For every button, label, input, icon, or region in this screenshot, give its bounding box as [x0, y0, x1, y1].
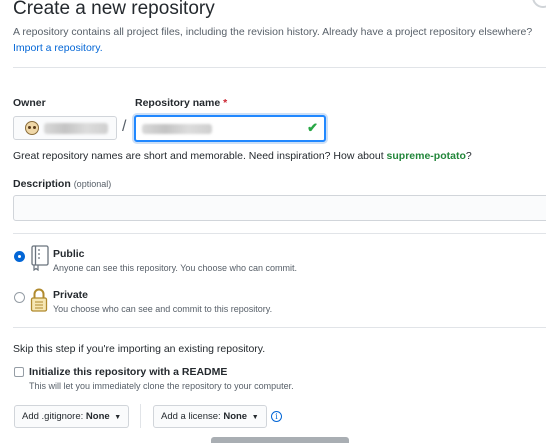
divider [140, 404, 141, 428]
license-select-value: None [223, 411, 248, 422]
scroll-handle[interactable] [211, 437, 349, 443]
description-label-text: Description [13, 178, 71, 190]
initialize-readme-label[interactable]: Initialize this repository with a README [29, 366, 227, 378]
repo-book-icon [31, 245, 49, 271]
divider [13, 67, 546, 68]
license-select[interactable]: Add a license: None ▼ [153, 405, 267, 428]
import-skip-note: Skip this step if you're importing an ex… [13, 343, 266, 355]
name-suggestion[interactable]: supreme-potato [387, 150, 466, 162]
name-hint: Great repository names are short and mem… [13, 150, 472, 162]
name-hint-text: Great repository names are short and mem… [13, 150, 384, 162]
avatar [25, 121, 39, 135]
owner-label: Owner [13, 97, 46, 109]
name-hint-end: ? [465, 150, 472, 162]
repository-name-label: Repository name * [135, 97, 227, 109]
public-option-description: Anyone can see this repository. You choo… [53, 263, 297, 273]
private-radio[interactable] [14, 292, 25, 303]
gitignore-select-label: Add .gitignore: [22, 411, 84, 422]
divider [13, 327, 546, 328]
caret-down-icon: ▼ [114, 414, 122, 421]
required-marker: * [223, 97, 228, 109]
intro-text: A repository contains all project files,… [13, 26, 533, 38]
initialize-readme-checkbox[interactable] [14, 367, 24, 377]
gitignore-select[interactable]: Add .gitignore: None ▼ [14, 405, 130, 428]
page-intro: A repository contains all project files,… [13, 24, 533, 56]
corner-decoration [532, 0, 546, 8]
initialize-readme-description: This will let you immediately clone the … [29, 381, 294, 391]
public-radio[interactable] [14, 251, 25, 262]
lock-icon [30, 288, 48, 312]
repository-name-label-text: Repository name [135, 97, 221, 109]
public-option-title[interactable]: Public [53, 248, 85, 260]
repository-name-redacted [142, 124, 212, 134]
gitignore-select-value: None [85, 411, 110, 422]
owner-name-redacted [44, 123, 108, 134]
description-input[interactable] [13, 195, 546, 221]
owner-select[interactable] [13, 116, 117, 140]
page-title: Create a new repository [13, 0, 215, 19]
check-icon: ✔ [307, 120, 318, 135]
optional-hint: (optional) [73, 179, 112, 189]
repository-name-input[interactable]: ✔ [134, 115, 326, 142]
license-select-label: Add a license: [161, 411, 221, 422]
description-label: Description (optional) [13, 178, 111, 190]
caret-down-icon: ▼ [251, 414, 259, 421]
private-option-description: You choose who can see and commit to thi… [53, 304, 273, 314]
divider [13, 233, 546, 234]
import-repository-link[interactable]: Import a repository. [13, 42, 103, 54]
owner-name-separator: / [122, 118, 127, 135]
private-option-title[interactable]: Private [53, 289, 88, 301]
info-icon[interactable]: i [271, 411, 282, 422]
